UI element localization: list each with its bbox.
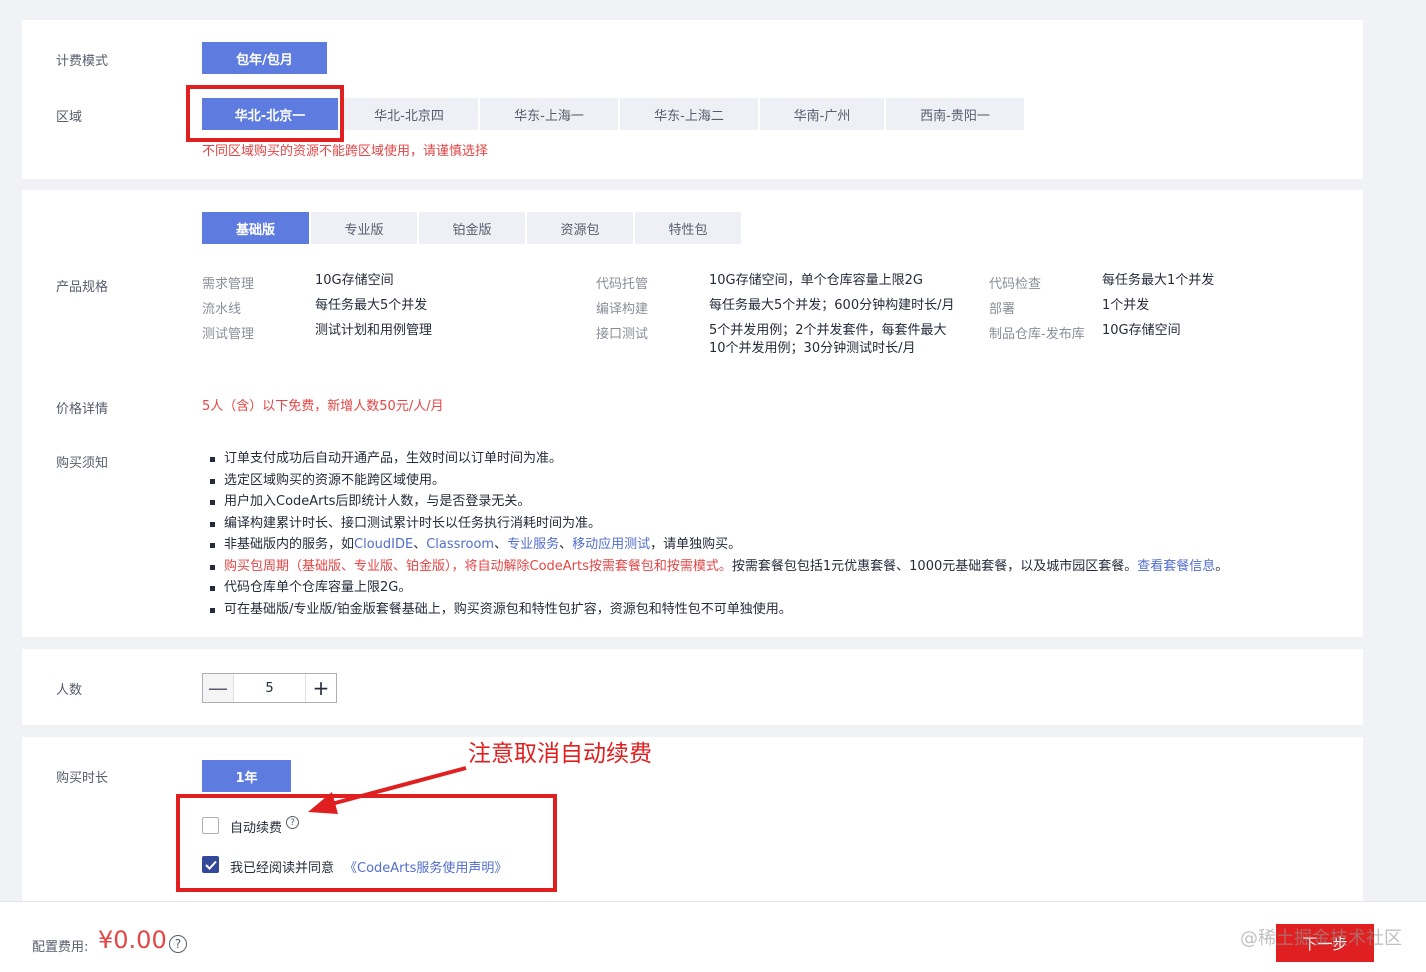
spec-key: 制品仓库-发布库 [989, 327, 1085, 342]
spec-value: 5个并发用例；2个并发套件，每套件最大 [709, 323, 947, 338]
fee-label: 配置费用: [32, 940, 89, 955]
annotation-box-region [186, 85, 344, 142]
region-option-guangzhou[interactable]: 华南-广州 [760, 98, 884, 130]
cloudide-link[interactable]: CloudIDE [354, 537, 413, 552]
watermark: @稀土掘金技术社区 [1240, 928, 1402, 949]
region-label: 区域 [56, 110, 83, 125]
spec-key: 接口测试 [596, 327, 649, 342]
spec-key: 流水线 [202, 302, 242, 317]
notice-text: ，请单独购买。 [650, 537, 742, 552]
spec-value: 每任务最大5个并发；600分钟构建时长/月 [709, 298, 955, 313]
notice-separator: 、 [494, 537, 508, 552]
fee-help-icon[interactable]: ? [169, 935, 187, 953]
spec-value: 10G存储空间，单个仓库容量上限2G [709, 273, 923, 288]
mobile-app-test-link[interactable]: 移动应用测试 [572, 537, 650, 552]
edition-tabs: 基础版 专业版 铂金版 资源包 特性包 [202, 212, 741, 244]
duration-options: 1年 [202, 760, 291, 792]
tab-platinum[interactable]: 铂金版 [419, 212, 525, 244]
notice-item: 订单支付成功后自动开通产品，生效时间以订单时间为准。 [202, 448, 1228, 470]
price-text: 5人（含）以下免费，新增人数50元/人/月 [202, 399, 444, 414]
people-label: 人数 [56, 683, 83, 698]
decrement-button[interactable]: — [203, 674, 233, 702]
notice-text: 非基础版内的服务，如 [224, 537, 355, 552]
spec-card: 基础版 专业版 铂金版 资源包 特性包 产品规格 需求管理 10G存储空间 流水… [22, 190, 1363, 637]
notice-item: 编译构建累计时长、接口测试累计时长以任务执行消耗时间为准。 [202, 513, 1228, 535]
billing-mode-option[interactable]: 包年/包月 [202, 42, 327, 74]
billing-mode-group: 包年/包月 [202, 42, 327, 74]
notice-text: 。 [1215, 558, 1229, 574]
people-card: 人数 — 5 + [22, 649, 1363, 725]
fee-value: ¥0.00 [98, 926, 167, 954]
tab-professional[interactable]: 专业版 [311, 212, 417, 244]
price-label: 价格详情 [56, 402, 109, 417]
spec-label: 产品规格 [56, 280, 109, 295]
notice-label: 购买须知 [56, 456, 109, 471]
people-count-input[interactable]: 5 [233, 674, 306, 702]
notice-item: 用户加入CodeArts后即统计人数，与是否登录无关。 [202, 491, 1228, 513]
spec-value: 1个并发 [1102, 298, 1150, 313]
spec-value-continued: 10个并发用例；30分钟测试时长/月 [709, 341, 916, 356]
notice-warning-text: 购买包周期（基础版、专业版、铂金版），将自动解除CodeArts按需套餐包和按需… [224, 558, 732, 574]
region-option-shanghai1[interactable]: 华东-上海一 [480, 98, 618, 130]
spec-key: 代码检查 [989, 277, 1042, 292]
classroom-link[interactable]: Classroom [426, 537, 494, 552]
spec-value: 每任务最大5个并发 [315, 298, 428, 313]
notice-separator: 、 [413, 537, 427, 552]
spec-key: 需求管理 [202, 277, 255, 292]
spec-value: 10G存储空间 [315, 273, 394, 288]
people-stepper: — 5 + [202, 673, 337, 703]
notice-item: 非基础版内的服务，如CloudIDE、Classroom、专业服务、移动应用测试… [202, 534, 1228, 556]
increment-button[interactable]: + [306, 674, 336, 702]
notice-text: 按需套餐包包括1元优惠套餐、1000元基础套餐，以及城市园区套餐。 [731, 558, 1138, 574]
duration-label: 购买时长 [56, 771, 109, 786]
tab-feature-pack[interactable]: 特性包 [635, 212, 741, 244]
notice-item: 选定区域购买的资源不能跨区域使用。 [202, 470, 1228, 492]
annotation-text: 注意取消自动续费 [468, 741, 652, 767]
spec-key: 编译构建 [596, 302, 649, 317]
spec-key: 部署 [989, 302, 1016, 317]
spec-value: 测试计划和用例管理 [315, 323, 433, 338]
region-warning: 不同区域购买的资源不能跨区域使用，请谨慎选择 [202, 144, 489, 159]
view-package-info-link[interactable]: 查看套餐信息 [1137, 559, 1215, 574]
footer-bar: 配置费用: ¥0.00 ? 下一步 @稀土掘金技术社区 [0, 901, 1426, 972]
spec-value: 每任务最大1个并发 [1102, 273, 1215, 288]
spec-key: 测试管理 [202, 327, 255, 342]
duration-option-1year[interactable]: 1年 [202, 760, 291, 792]
professional-service-link[interactable]: 专业服务 [507, 537, 559, 552]
region-option-shanghai2[interactable]: 华东-上海二 [620, 98, 758, 130]
spec-key: 代码托管 [596, 277, 649, 292]
billing-mode-label: 计费模式 [56, 54, 109, 69]
region-option-beijing4[interactable]: 华北-北京四 [340, 98, 478, 130]
tab-resource-pack[interactable]: 资源包 [527, 212, 633, 244]
spec-value: 10G存储空间 [1102, 323, 1181, 338]
tab-basic[interactable]: 基础版 [202, 212, 309, 244]
notice-item: 购买包周期（基础版、专业版、铂金版），将自动解除CodeArts按需套餐包和按需… [202, 556, 1228, 578]
region-option-guiyang1[interactable]: 西南-贵阳一 [886, 98, 1024, 130]
annotation-arrow-icon [308, 766, 467, 814]
notice-item: 代码仓库单个仓库容量上限2G。 [202, 577, 1228, 599]
notice-list: 订单支付成功后自动开通产品，生效时间以订单时间为准。 选定区域购买的资源不能跨区… [202, 448, 1228, 620]
notice-item: 可在基础版/专业版/铂金版套餐基础上，购买资源包和特性包扩容，资源包和特性包不可… [202, 599, 1228, 621]
notice-separator: 、 [559, 537, 573, 552]
